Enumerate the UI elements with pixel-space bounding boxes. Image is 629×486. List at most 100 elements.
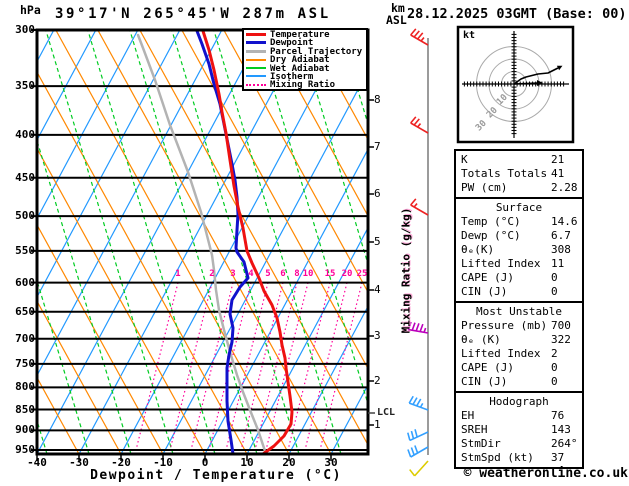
dry-adiabat-line	[139, 30, 368, 447]
stats-row: θₑ(K) 308	[456, 243, 582, 257]
stats-row: SREH 143	[456, 423, 582, 437]
wind-barb	[410, 198, 429, 216]
stats-row-label: StmSpd (kt)	[461, 451, 534, 464]
pressure-tick-label: 950	[15, 443, 35, 457]
wet-adiabat-line	[213, 30, 342, 454]
stats-row-value: 0	[551, 271, 558, 284]
stats-section: Hodograph EH 76 SREH 143 StmDir 264° StmSpd (kt…	[454, 391, 584, 469]
stats-row: CIN (J) 0	[456, 375, 582, 389]
pressure-tick-label: 750	[15, 356, 35, 370]
temp-tick-label: 30	[324, 456, 338, 469]
station-title: 39°17'N 265°45'W 287m ASL	[55, 6, 331, 22]
stats-row: Lifted Index 2	[456, 347, 582, 361]
stats-row: StmSpd (kt) 37	[456, 451, 582, 465]
stats-row-value: 0	[551, 361, 558, 374]
mixing-ratio-value-label: 15	[324, 269, 336, 279]
mixing-ratio-axis-label: Mixing Ratio (g/kg)	[399, 207, 413, 334]
km-tick-label: 1	[374, 418, 381, 431]
stats-row-label: θₑ (K)	[461, 333, 501, 346]
stats-row-value: 700	[551, 319, 571, 332]
datetime-title: 28.12.2025 03GMT (Base: 00)	[407, 6, 627, 22]
storm-motion-vector	[513, 82, 539, 85]
pressure-tick-label: 350	[15, 79, 35, 93]
isotherm-line	[204, 148, 368, 454]
stats-row-label: Lifted Index	[461, 347, 541, 360]
x-axis-title: Dewpoint / Temperature (°C)	[90, 468, 342, 483]
stats-row: Dewp (°C) 6.7	[456, 229, 582, 243]
stats-row: K 21	[456, 153, 582, 167]
km-tick-label: 5	[374, 235, 381, 248]
legend-swatch-dotted	[246, 83, 266, 86]
stats-row: Totals Totals 41	[456, 167, 582, 181]
dry-adiabat-line	[223, 30, 368, 294]
wind-barb	[410, 28, 429, 46]
dry-adiabat-line	[37, 70, 248, 454]
stats-row: CAPE (J) 0	[456, 271, 582, 285]
stats-row: CIN (J) 0	[456, 285, 582, 299]
stats-panel: K 21 Totals Totals 41 PW (cm) 2.28 Surface Temp…	[454, 149, 584, 469]
wind-barb	[410, 116, 429, 134]
stats-row-label: Dewp (°C)	[461, 229, 521, 242]
stats-row-label: Pressure (mb)	[461, 319, 548, 332]
dry-adiabat-line	[55, 30, 290, 454]
stats-section-header: Surface	[495, 201, 543, 214]
temp-tick-label: 10	[240, 456, 254, 469]
pressure-tick-label: 600	[15, 275, 35, 289]
legend-swatch-solid	[246, 67, 266, 70]
temp-tick-label: -40	[27, 456, 47, 469]
legend: Temperature Dewpoint Parcel Trajectory Dry …	[242, 28, 368, 91]
stats-row: EH 76	[456, 409, 582, 423]
stats-row: Temp (°C) 14.6	[456, 215, 582, 229]
mixing-ratio-value-label: 10	[302, 269, 314, 279]
isotherm-line	[120, 30, 349, 454]
stats-row-label: θₑ(K)	[461, 243, 495, 256]
km-tick-label: 6	[374, 187, 381, 200]
stats-row-value: 0	[551, 375, 558, 388]
wind-barb	[409, 460, 429, 477]
mixing-ratio-value-label: 4	[248, 269, 254, 279]
km-tick-label: 2	[374, 374, 381, 387]
km-tick-label: 8	[374, 93, 381, 106]
mixing-ratio-value-label: 3	[230, 269, 236, 279]
pressure-tick-label: 450	[15, 170, 35, 184]
stats-row-value: 41	[551, 167, 565, 180]
stats-row-label: Totals Totals	[461, 167, 548, 180]
stats-row-value: 264°	[551, 437, 578, 450]
stats-section: Most Unstable Pressure (mb) 700 θₑ (K) 322 Li…	[454, 301, 584, 393]
legend-item: Mixing Ratio	[246, 81, 364, 90]
wet-adiabat-line	[87, 30, 216, 454]
stats-row-value: 322	[551, 333, 571, 346]
stats-row-value: 308	[551, 243, 571, 256]
wind-barb	[407, 445, 429, 458]
pressure-tick-label: 700	[15, 331, 35, 345]
pressure-tick-label: 650	[15, 304, 35, 318]
stats-row-value: 14.6	[551, 215, 578, 228]
isotherm-line	[37, 30, 265, 454]
stats-section-header: Most Unstable	[475, 305, 563, 318]
wet-adiabat-line	[129, 30, 258, 454]
stats-row-value: 11	[551, 257, 565, 270]
stats-row-label: StmDir	[461, 437, 501, 450]
stats-row-label: SREH	[461, 423, 488, 436]
stats-row-value: 2.28	[551, 181, 578, 194]
mixing-ratio-value-label: 25	[356, 269, 368, 279]
stats-row: PW (cm) 2.28	[456, 181, 582, 195]
temp-tick-label: 0	[201, 456, 209, 469]
km-tick-label: 4	[374, 283, 381, 296]
stats-row-value: 0	[551, 285, 558, 298]
stats-row-label: CIN (J)	[461, 285, 508, 298]
watermark: © weatheronline.co.uk	[463, 466, 628, 481]
stats-section: K 21 Totals Totals 41 PW (cm) 2.28	[454, 149, 584, 199]
stats-row-label: K	[461, 153, 468, 166]
stats-row: θₑ (K) 322	[456, 333, 582, 347]
stats-row-label: Temp (°C)	[461, 215, 521, 228]
skewt-sounding-chart: hPa 39°17'N 265°45'W 287m ASL km ASL 28.…	[0, 0, 629, 486]
wet-adiabat-line	[255, 30, 368, 407]
legend-swatch-solid	[246, 75, 266, 78]
stats-row-value: 143	[551, 423, 571, 436]
altitude-axis-unit-asl: ASL	[386, 13, 407, 27]
wet-adiabat-line	[0, 30, 5, 454]
legend-swatch-thick	[246, 49, 266, 53]
mixing-ratio-value-label: 2	[209, 269, 215, 279]
temp-tick-label: -20	[111, 456, 131, 469]
